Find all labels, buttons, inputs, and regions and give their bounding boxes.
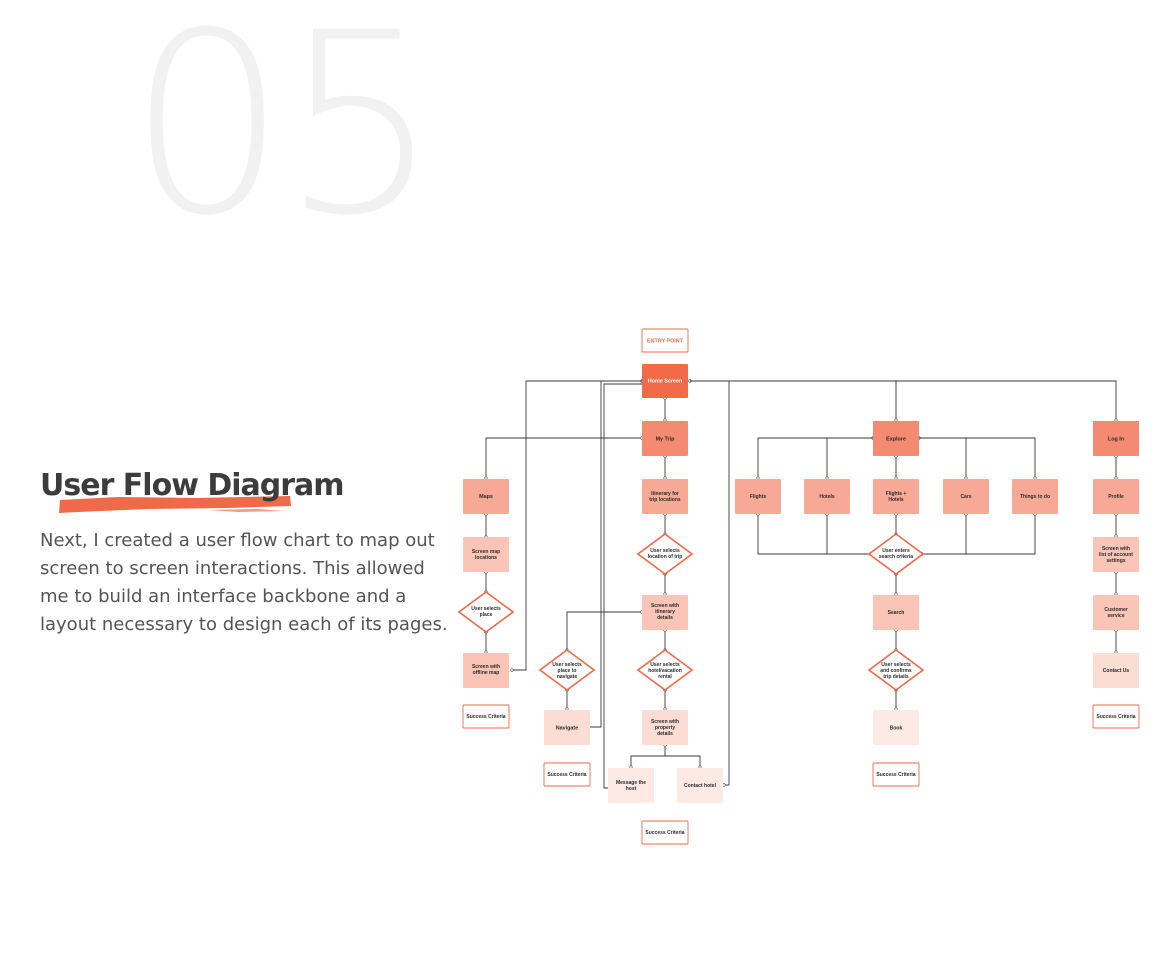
login-success-criteria-label: Success Criteria [1096, 714, 1135, 720]
contact-hotel-label: Contact hotel [684, 783, 717, 789]
screen-itinerary-label-3: details [657, 615, 673, 621]
screen-offline-map-label-2: offline map [473, 670, 500, 676]
user-enters-search-label-2: search criteria [879, 554, 913, 560]
user-selects-rental-label-3: rental [658, 674, 672, 680]
flights-hotels-label: Flights + Hotels [886, 491, 907, 503]
user-selects-location-label-2: location of trip [648, 554, 683, 560]
explore-label: Explore [886, 437, 906, 443]
account-settings-label-3: settings [1106, 558, 1125, 564]
my-trip-success-criteria-label: Success Criteria [645, 830, 684, 836]
page-title: User Flow Diagram [40, 468, 345, 503]
customer-service-label-2: service [1107, 613, 1124, 619]
book-label: Book [890, 726, 903, 732]
profile-label: Profile [1108, 494, 1124, 500]
entry-point-label: ENTRY POINT [647, 339, 684, 345]
maps-label: Maps [479, 494, 493, 500]
maps-success-criteria-label: Success Criteria [466, 714, 505, 720]
hotels-label: Hotels [819, 494, 835, 500]
screen-map-locations-label-2: locations [475, 555, 497, 561]
screen-property-label-3: details [657, 731, 673, 737]
user-flow-diagram: ENTRY POINT Home Screen My Trip Maps Scr… [457, 328, 1140, 845]
navigate-success-criteria-label: Success Criteria [547, 772, 586, 778]
section-number: 05 [128, 0, 440, 270]
message-host-label-2: host [626, 786, 637, 792]
itinerary-label-2: trip locations [649, 497, 681, 503]
user-confirms-trip-label-3: trip details [883, 674, 909, 680]
navigate-label: Navigate [556, 726, 578, 732]
log-in-label: Log In [1108, 437, 1124, 443]
my-trip-label: My Trip [656, 437, 676, 443]
home-screen-label: Home Screen [648, 379, 682, 385]
things-to-do-label: Things to do [1020, 494, 1050, 500]
user-selects-place-label-2: place [480, 612, 493, 618]
section-description: Next, I created a user flow chart to map… [40, 530, 448, 635]
contact-us-label: Contact Us [1103, 668, 1130, 674]
cars-label: Cars [960, 494, 971, 500]
explore-success-criteria-label: Success Criteria [876, 772, 915, 778]
flights-label: Flights [750, 494, 767, 500]
user-selects-navigate-label-3: navigate [557, 674, 578, 680]
search-label: Search [888, 610, 905, 616]
